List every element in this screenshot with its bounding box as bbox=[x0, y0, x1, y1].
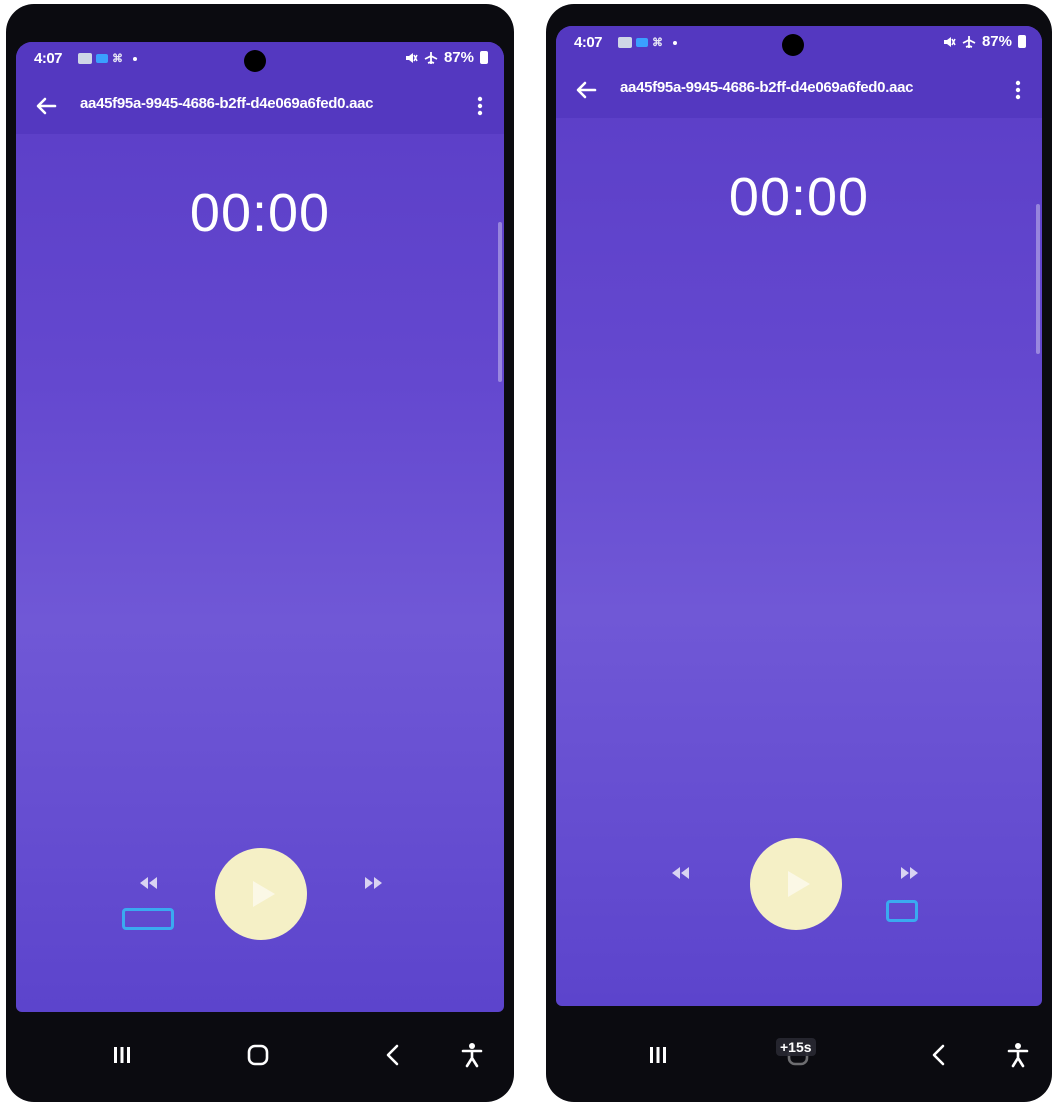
rewind-button[interactable] bbox=[134, 872, 162, 894]
airplane-icon bbox=[962, 35, 976, 48]
focus-highlight bbox=[886, 900, 918, 922]
toolbar: aa45f95a-9945-4686-b2ff-d4e069a6fed0.aac bbox=[16, 82, 504, 130]
scroll-indicator bbox=[498, 222, 502, 382]
more-notifications-dot-icon bbox=[133, 56, 137, 61]
more-vert-icon bbox=[477, 96, 483, 116]
fast-forward-icon bbox=[901, 867, 918, 879]
player-screen: 4:07 ⌘ 87% aa45f95a-9945-4686-b2ff-d4e06… bbox=[16, 42, 504, 1012]
front-camera bbox=[244, 50, 266, 72]
file-title: aa45f95a-9945-4686-b2ff-d4e069a6fed0.aac bbox=[80, 95, 374, 112]
phone-screenshot-left: 4:07 ⌘ 87% aa45f95a-9945-4686-b2ff-d4e06… bbox=[6, 4, 514, 1102]
more-vert-icon bbox=[1015, 80, 1021, 100]
rewind-icon bbox=[672, 867, 689, 879]
notification-icons: ⌘ bbox=[618, 36, 677, 49]
app-bar: 4:07 ⌘ 87% aa45f95a-9945-4686-b2ff-d4e06… bbox=[556, 26, 1042, 118]
accessibility-button[interactable] bbox=[452, 1030, 492, 1080]
battery-icon bbox=[1018, 35, 1026, 48]
status-right-icons: 87% bbox=[404, 49, 488, 66]
focus-highlight bbox=[122, 908, 174, 930]
skip-toast: +15s bbox=[776, 1038, 816, 1056]
system-nav-bar: +15s bbox=[546, 1012, 1052, 1102]
status-time: 4:07 bbox=[574, 34, 603, 51]
app-bar: 4:07 ⌘ 87% aa45f95a-9945-4686-b2ff-d4e06… bbox=[16, 42, 504, 134]
accessibility-button[interactable] bbox=[998, 1030, 1038, 1080]
file-title: aa45f95a-9945-4686-b2ff-d4e069a6fed0.aac bbox=[620, 79, 914, 96]
toolbar: aa45f95a-9945-4686-b2ff-d4e069a6fed0.aac bbox=[556, 66, 1042, 114]
nav-back-icon bbox=[386, 1044, 399, 1066]
front-camera bbox=[782, 34, 804, 56]
image-notification-icon bbox=[78, 53, 92, 64]
player-screen: 4:07 ⌘ 87% aa45f95a-9945-4686-b2ff-d4e06… bbox=[556, 26, 1042, 1006]
sync-icon: ⌘ bbox=[652, 37, 663, 49]
accessibility-icon bbox=[1007, 1043, 1029, 1068]
phone-screenshot-right: 4:07 ⌘ 87% aa45f95a-9945-4686-b2ff-d4e06… bbox=[546, 4, 1052, 1102]
home-icon bbox=[247, 1044, 269, 1066]
accessibility-icon bbox=[461, 1043, 483, 1068]
battery-icon bbox=[480, 51, 488, 64]
scroll-indicator bbox=[1036, 204, 1040, 354]
status-bar: 4:07 ⌘ 87% bbox=[16, 42, 504, 78]
fast-forward-button[interactable] bbox=[896, 862, 924, 884]
battery-percent: 87% bbox=[443, 49, 474, 66]
sync-icon: ⌘ bbox=[112, 53, 123, 65]
play-icon bbox=[788, 871, 810, 897]
nav-back-button[interactable] bbox=[918, 1030, 958, 1080]
fast-forward-icon bbox=[365, 877, 382, 889]
rewind-icon bbox=[140, 877, 157, 889]
elapsed-time: 00:00 bbox=[189, 183, 331, 243]
back-arrow-icon bbox=[36, 97, 57, 115]
recents-icon bbox=[114, 1047, 130, 1063]
app-notification-icon bbox=[636, 38, 648, 47]
status-bar: 4:07 ⌘ 87% bbox=[556, 26, 1042, 62]
nav-back-button[interactable] bbox=[372, 1030, 412, 1080]
battery-percent: 87% bbox=[981, 33, 1012, 50]
status-time: 4:07 bbox=[34, 50, 63, 67]
play-button[interactable] bbox=[750, 838, 842, 930]
elapsed-time: 00:00 bbox=[728, 167, 870, 227]
system-nav-bar bbox=[6, 1012, 514, 1102]
back-button[interactable] bbox=[570, 74, 602, 106]
mute-icon bbox=[943, 36, 956, 47]
recents-button[interactable] bbox=[102, 1030, 142, 1080]
play-button[interactable] bbox=[215, 848, 307, 940]
app-notification-icon bbox=[96, 54, 108, 63]
status-right-icons: 87% bbox=[942, 33, 1026, 50]
back-arrow-icon bbox=[576, 81, 597, 99]
airplane-icon bbox=[424, 51, 438, 64]
back-button[interactable] bbox=[30, 90, 62, 122]
recents-icon bbox=[650, 1047, 666, 1063]
home-button[interactable] bbox=[238, 1030, 278, 1080]
fast-forward-button[interactable] bbox=[360, 872, 388, 894]
more-options-button[interactable] bbox=[468, 90, 492, 122]
nav-back-icon bbox=[932, 1044, 945, 1066]
play-icon bbox=[253, 881, 275, 907]
image-notification-icon bbox=[618, 37, 632, 48]
more-options-button[interactable] bbox=[1006, 74, 1030, 106]
more-notifications-dot-icon bbox=[673, 40, 677, 45]
recents-button[interactable] bbox=[638, 1030, 678, 1080]
rewind-button[interactable] bbox=[666, 862, 694, 884]
notification-icons: ⌘ bbox=[78, 52, 137, 65]
mute-icon bbox=[405, 52, 418, 63]
